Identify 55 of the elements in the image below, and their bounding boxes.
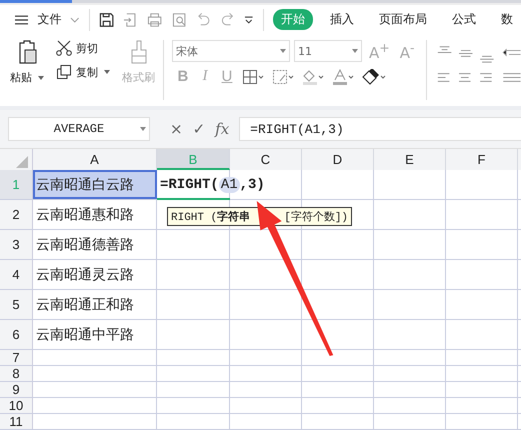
table-cell[interactable]: 云南昭通灵云路 bbox=[33, 260, 157, 289]
insert-function-button[interactable]: fx bbox=[215, 120, 230, 138]
cancel-button[interactable]: × bbox=[170, 120, 183, 138]
table-cell[interactable]: 云南昭通白云路 bbox=[33, 170, 157, 199]
function-tooltip: RIGHT (字符串 [字符个数]) bbox=[167, 207, 352, 226]
file-menu[interactable]: 文件 bbox=[37, 11, 62, 28]
caret-icon[interactable] bbox=[140, 127, 146, 131]
row-header[interactable]: 11 bbox=[0, 414, 33, 429]
fill-icon[interactable] bbox=[272, 68, 294, 84]
caret-icon[interactable] bbox=[352, 49, 358, 53]
row-header[interactable]: 2 bbox=[0, 200, 33, 229]
table-cell[interactable]: 云南昭通正和路 bbox=[33, 290, 157, 319]
row-header[interactable]: 9 bbox=[0, 382, 33, 397]
menu-icon[interactable] bbox=[15, 14, 28, 24]
caret-icon[interactable] bbox=[280, 49, 286, 53]
more-icon[interactable] bbox=[244, 16, 254, 24]
copy-button[interactable]: 复制 bbox=[76, 64, 98, 80]
table-cell[interactable]: 云南昭通惠和路 bbox=[33, 200, 157, 229]
confirm-button[interactable]: ✓ bbox=[192, 120, 206, 138]
font-dropdown[interactable]: 宋体 bbox=[172, 40, 290, 62]
row-header[interactable]: 10 bbox=[0, 398, 33, 413]
print-icon[interactable] bbox=[147, 12, 163, 28]
chevron-icon[interactable] bbox=[70, 16, 80, 22]
save-icon[interactable] bbox=[98, 12, 114, 28]
ribbon-tab[interactable]: 插入 bbox=[322, 9, 362, 30]
ribbon-tab[interactable]: 数 bbox=[492, 9, 521, 30]
caret-icon[interactable] bbox=[38, 76, 44, 80]
scissors-icon[interactable] bbox=[56, 40, 72, 56]
row-header[interactable]: 4 bbox=[0, 260, 33, 289]
cell-editor[interactable]: =RIGHT(A1,3) bbox=[160, 176, 265, 192]
brush-icon[interactable] bbox=[130, 40, 148, 64]
paste-button[interactable]: 粘贴 bbox=[10, 70, 32, 85]
row-header[interactable]: 6 bbox=[0, 320, 33, 349]
table-cell[interactable]: 云南昭通中平路 bbox=[33, 320, 157, 349]
export-icon[interactable] bbox=[123, 12, 138, 28]
formula-field[interactable]: =RIGHT(A1,3) bbox=[239, 117, 521, 141]
cut-button[interactable]: 剪切 bbox=[76, 40, 98, 56]
table-cell[interactable]: 云南昭通德善路 bbox=[33, 230, 157, 259]
undo-icon[interactable] bbox=[196, 12, 212, 28]
caret-icon[interactable] bbox=[104, 70, 110, 74]
eraser-icon[interactable] bbox=[362, 68, 386, 84]
copy-icon[interactable] bbox=[56, 64, 72, 80]
ribbon-tab[interactable]: 页面布局 bbox=[370, 9, 435, 30]
row-header[interactable]: 5 bbox=[0, 290, 33, 319]
redo-icon[interactable] bbox=[220, 12, 236, 28]
row-header[interactable]: 3 bbox=[0, 230, 33, 259]
border-icon[interactable] bbox=[242, 68, 264, 84]
row-header[interactable]: 8 bbox=[0, 366, 33, 381]
ribbon-tab[interactable]: 公式 bbox=[444, 9, 484, 30]
name-box[interactable]: AVERAGE bbox=[8, 117, 150, 141]
bucket-icon[interactable] bbox=[302, 68, 324, 84]
font-color-icon[interactable] bbox=[332, 68, 354, 84]
preview-icon[interactable] bbox=[172, 12, 187, 28]
size-dropdown[interactable]: 11 bbox=[294, 40, 362, 62]
row-header[interactable]: 7 bbox=[0, 350, 33, 365]
